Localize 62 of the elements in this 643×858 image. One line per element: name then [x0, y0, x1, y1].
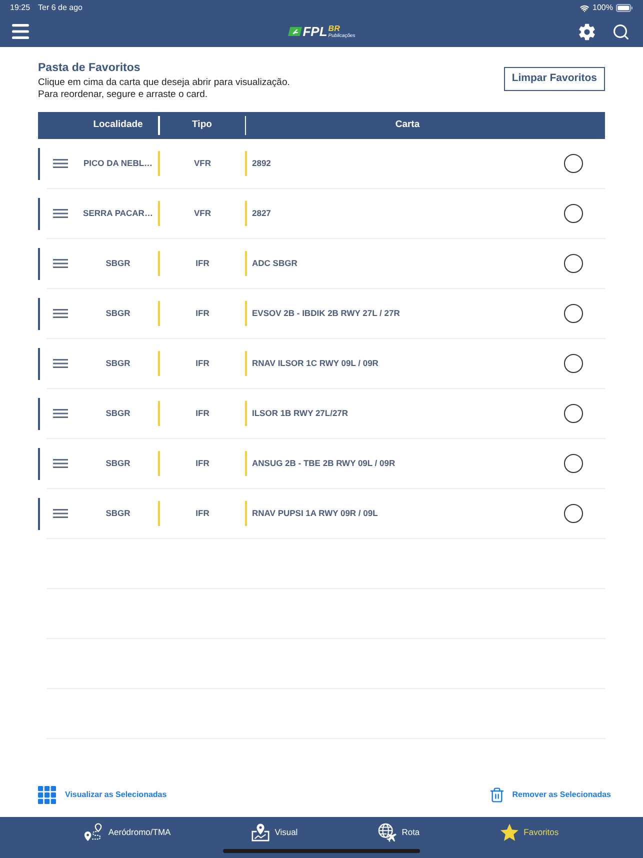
- column-header: Tipo: [192, 118, 212, 132]
- table-cell: IFR: [196, 507, 210, 520]
- table-cell: SERRA PACAR…: [83, 207, 153, 220]
- trash-icon: [489, 785, 506, 805]
- table-cell: IFR: [196, 257, 210, 270]
- tab[interactable]: Favoritos: [500, 822, 559, 842]
- settings-icon[interactable]: [578, 22, 596, 40]
- table-cell[interactable]: RNAV ILSOR 1C RWY 09L / 09R: [252, 357, 378, 370]
- table-cell: VFR: [194, 207, 211, 220]
- drag-handle-icon[interactable]: [53, 359, 68, 368]
- table-cell[interactable]: RNAV PUPSI 1A RWY 09R / 09L: [252, 507, 378, 520]
- globe-plane-icon: [378, 822, 397, 842]
- menu-icon[interactable]: [12, 24, 29, 39]
- drag-handle-icon[interactable]: [53, 459, 68, 468]
- battery-icon: [616, 4, 633, 12]
- map-pin-icon: [250, 822, 270, 842]
- table-cell: IFR: [196, 457, 210, 470]
- table-cell: IFR: [196, 307, 210, 320]
- search-icon[interactable]: [612, 22, 630, 40]
- plane-flag-icon: [288, 27, 302, 36]
- table-cell[interactable]: 2827: [252, 207, 271, 220]
- column-header: Localidade: [93, 118, 143, 132]
- drag-handle-icon[interactable]: [53, 159, 68, 168]
- table-cell[interactable]: ANSUG 2B - TBE 2B RWY 09L / 09R: [252, 457, 396, 470]
- drag-handle-icon[interactable]: [53, 259, 68, 268]
- status-date: Ter 6 de ago: [38, 2, 83, 14]
- grid-icon: [38, 786, 56, 804]
- table-cell: SBGR: [106, 407, 130, 420]
- table-cell: SBGR: [106, 457, 130, 470]
- remove-selected-button[interactable]: Remover as Selecionadas: [489, 785, 611, 805]
- tab[interactable]: Visual: [250, 822, 298, 842]
- table-cell: VFR: [194, 157, 211, 170]
- drag-handle-icon[interactable]: [53, 309, 68, 318]
- table-cell: SBGR: [106, 507, 130, 520]
- table-cell[interactable]: 2892: [252, 157, 271, 170]
- clear-favorites-button[interactable]: Limpar Favoritos: [504, 67, 605, 91]
- drag-handle-icon[interactable]: [53, 509, 68, 518]
- logo-suffix: BR: [328, 24, 340, 33]
- drag-handle-icon[interactable]: [53, 209, 68, 218]
- tab[interactable]: Rota: [378, 822, 420, 842]
- drag-handle-icon[interactable]: [53, 409, 68, 418]
- star-icon: [500, 822, 519, 842]
- instruction-text: Para reordenar, segure e arraste o card.: [38, 89, 208, 101]
- wifi-icon: [578, 4, 590, 12]
- logo-text: FPL: [302, 25, 328, 38]
- table-cell: SBGR: [106, 357, 130, 370]
- table-cell: IFR: [196, 407, 210, 420]
- status-time: 19:25: [10, 2, 30, 14]
- table-cell: SBGR: [106, 257, 130, 270]
- table-cell: SBGR: [106, 307, 130, 320]
- table-cell[interactable]: ILSOR 1B RWY 27L/27R: [252, 407, 348, 420]
- table-cell[interactable]: EVSOV 2B - IBDIK 2B RWY 27L / 27R: [252, 307, 400, 320]
- column-header: Carta: [395, 118, 420, 132]
- table-cell: PICO DA NEBL…: [83, 157, 153, 170]
- battery-percent: 100%: [592, 2, 613, 14]
- instruction-text: Clique em cima da carta que deseja abrir para visualização.: [38, 77, 290, 89]
- page-title: Pasta de Favoritos: [38, 61, 140, 75]
- route-pins-icon: [84, 822, 104, 842]
- view-selected-button[interactable]: Visualizar as Selecionadas: [38, 786, 167, 804]
- table-cell: IFR: [196, 357, 210, 370]
- tab[interactable]: Aeródromo/TMA: [84, 822, 171, 842]
- table-cell[interactable]: ADC SBGR: [252, 257, 298, 270]
